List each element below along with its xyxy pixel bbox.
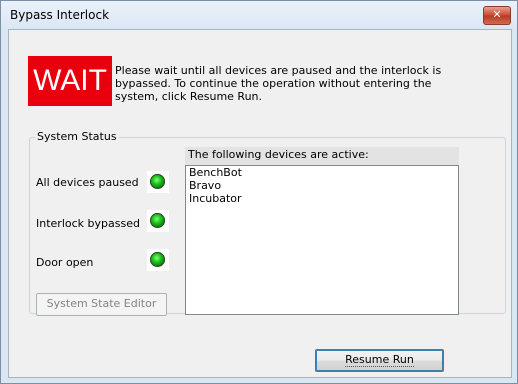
bypass-interlock-window: Bypass Interlock ✕ WAIT Please wait unti… bbox=[0, 0, 518, 384]
active-devices-header: The following devices are active: bbox=[185, 147, 459, 165]
title-bar[interactable]: Bypass Interlock ✕ bbox=[1, 1, 517, 29]
list-item[interactable]: Bravo bbox=[186, 179, 458, 192]
all-devices-paused-indicator bbox=[147, 171, 169, 193]
wait-message: Please wait until all devices are paused… bbox=[115, 64, 442, 103]
door-open-indicator bbox=[147, 249, 169, 271]
window-title: Bypass Interlock bbox=[10, 8, 110, 22]
list-item[interactable]: Incubator bbox=[186, 192, 458, 205]
system-state-editor-button[interactable]: System State Editor bbox=[36, 293, 167, 316]
interlock-bypassed-indicator bbox=[147, 210, 169, 232]
resume-run-label: Resume Run bbox=[345, 353, 414, 367]
status-interlock-bypassed-label: Interlock bypassed bbox=[36, 217, 140, 230]
list-item[interactable]: BenchBot bbox=[186, 166, 458, 179]
close-icon[interactable]: ✕ bbox=[483, 6, 511, 25]
system-status-label: System Status bbox=[35, 130, 119, 143]
green-led-icon bbox=[150, 252, 165, 267]
status-all-devices-paused-label: All devices paused bbox=[36, 176, 139, 189]
active-devices-list[interactable]: BenchBot Bravo Incubator bbox=[185, 165, 459, 315]
status-door-open-label: Door open bbox=[36, 256, 94, 269]
dialog-body: WAIT Please wait until all devices are p… bbox=[8, 29, 512, 378]
green-led-icon bbox=[150, 174, 165, 189]
resume-run-button[interactable]: Resume Run bbox=[315, 349, 444, 372]
wait-banner: WAIT bbox=[28, 56, 112, 106]
green-led-icon bbox=[150, 213, 165, 228]
